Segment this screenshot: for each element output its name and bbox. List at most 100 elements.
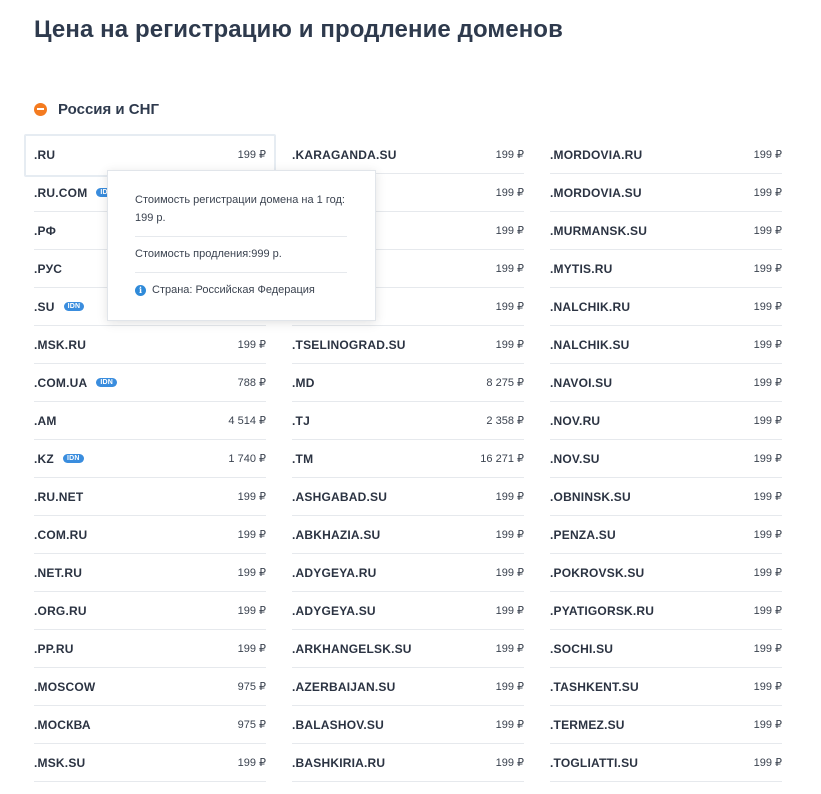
domain-price: 199 ₽ <box>753 491 782 503</box>
domain-row[interactable]: .SOCHI.SU 199 ₽ <box>550 630 782 668</box>
domain-price: 199 ₽ <box>495 187 524 199</box>
domain-price: 199 ₽ <box>237 605 266 617</box>
domain-price: 199 ₽ <box>495 643 524 655</box>
domain-row[interactable]: .MURMANSK.SU 199 ₽ <box>550 212 782 250</box>
domain-row[interactable]: .ARKHANGELSK.SU 199 ₽ <box>292 630 524 668</box>
domain-row[interactable]: .ADYGEYA.SU 199 ₽ <box>292 592 524 630</box>
domain-row[interactable]: .TSELINOGRAD.SU 199 ₽ <box>292 326 524 364</box>
domain-name: .MURMANSK.SU <box>550 223 648 238</box>
domain-row[interactable]: .OBNINSK.SU 199 ₽ <box>550 478 782 516</box>
domain-row[interactable]: .NOV.RU 199 ₽ <box>550 402 782 440</box>
domain-row[interactable]: .MSK.SU 199 ₽ <box>34 744 266 782</box>
domain-name: .NOV.SU <box>550 451 600 466</box>
domain-name: .ARKHANGELSK.SU <box>292 641 412 656</box>
domain-name: .РУС <box>34 261 63 276</box>
domain-name: .MSK.RU <box>34 337 87 352</box>
domain-row[interactable]: .ADYGEYA.RU 199 ₽ <box>292 554 524 592</box>
domain-row[interactable]: .TM 16 271 ₽ <box>292 440 524 478</box>
domain-price: 975 ₽ <box>237 681 266 693</box>
domain-row[interactable]: .MYTIS.RU 199 ₽ <box>550 250 782 288</box>
domain-row[interactable]: .PP.RU 199 ₽ <box>34 630 266 668</box>
domain-row[interactable]: .MSK.RU 199 ₽ <box>34 326 266 364</box>
domain-row[interactable]: .MORDOVIA.SU 199 ₽ <box>550 174 782 212</box>
domain-price: 199 ₽ <box>495 149 524 161</box>
domain-row[interactable]: .RU 199 ₽ <box>24 134 276 177</box>
domain-name: .KZ <box>34 451 54 466</box>
domain-row[interactable]: .RU.NET 199 ₽ <box>34 478 266 516</box>
domain-row[interactable]: .KZ IDN 1 740 ₽ <box>34 440 266 478</box>
domain-price: 788 ₽ <box>237 377 266 389</box>
domain-row[interactable]: .NAVOI.SU 199 ₽ <box>550 364 782 402</box>
domain-row[interactable]: .AM 4 514 ₽ <box>34 402 266 440</box>
domain-price: 199 ₽ <box>753 453 782 465</box>
domain-price: 199 ₽ <box>237 757 266 769</box>
domain-name: .POKROVSK.SU <box>550 565 645 580</box>
info-icon: i <box>135 284 146 296</box>
domain-name: .KARAGANDA.SU <box>292 147 397 162</box>
domain-price: 199 ₽ <box>237 339 266 351</box>
domain-name: .OBNINSK.SU <box>550 489 631 504</box>
domain-row[interactable]: .AZERBAIJAN.SU 199 ₽ <box>292 668 524 706</box>
domain-row[interactable]: .BALASHOV.SU 199 ₽ <box>292 706 524 744</box>
tooltip-registration-label: Стоимость регистрации домена на 1 год: <box>135 194 345 206</box>
domain-row[interactable]: .NALCHIK.SU 199 ₽ <box>550 326 782 364</box>
domain-price: 199 ₽ <box>237 643 266 655</box>
domain-row[interactable]: .COM.UA IDN 788 ₽ <box>34 364 266 402</box>
tooltip-divider <box>135 236 347 237</box>
section-toggle-russia-cis[interactable]: Россия и СНГ <box>34 99 159 119</box>
domain-price: 199 ₽ <box>753 225 782 237</box>
domain-row[interactable]: .TERMEZ.SU 199 ₽ <box>550 706 782 744</box>
domain-row[interactable]: .ABKHAZIA.SU 199 ₽ <box>292 516 524 554</box>
domain-column-3: .MORDOVIA.RU 199 ₽ .MORDOVIA.SU 199 ₽ .MURMA… <box>550 136 782 782</box>
domain-name: .NOV.RU <box>550 413 601 428</box>
domain-row[interactable]: .NOV.SU 199 ₽ <box>550 440 782 478</box>
domain-row[interactable]: .МОСКВА 975 ₽ <box>34 706 266 744</box>
domain-row[interactable]: .NET.RU 199 ₽ <box>34 554 266 592</box>
domain-price: 199 ₽ <box>495 339 524 351</box>
domain-price: 4 514 ₽ <box>228 415 266 427</box>
domain-row[interactable]: .TASHKENT.SU 199 ₽ <box>550 668 782 706</box>
domain-name: .RU.COM <box>34 185 88 200</box>
domain-name: .BALASHOV.SU <box>292 717 384 732</box>
domain-name: .COM.RU <box>34 527 88 542</box>
domain-price: 2 358 ₽ <box>486 415 524 427</box>
tooltip-country-label: Страна: Российская Федерация <box>152 284 315 296</box>
domain-row[interactable]: .MORDOVIA.RU 199 ₽ <box>550 136 782 174</box>
domain-name: .MORDOVIA.RU <box>550 147 643 162</box>
domain-price: 199 ₽ <box>495 719 524 731</box>
domain-name: .ASHGABAD.SU <box>292 489 388 504</box>
domain-name: .TM <box>292 451 314 466</box>
idn-badge: IDN <box>96 378 118 387</box>
domain-name: .RU.NET <box>34 489 84 504</box>
domain-price: 199 ₽ <box>753 567 782 579</box>
domain-row[interactable]: .MD 8 275 ₽ <box>292 364 524 402</box>
domain-row[interactable]: .ASHGABAD.SU 199 ₽ <box>292 478 524 516</box>
domain-price: 8 275 ₽ <box>486 377 524 389</box>
domain-price: 199 ₽ <box>753 301 782 313</box>
domain-row[interactable]: .ORG.RU 199 ₽ <box>34 592 266 630</box>
tooltip-renewal-price: Стоимость продления:999 р. <box>135 248 282 260</box>
domain-price: 16 271 ₽ <box>480 453 524 465</box>
domain-name: .TERMEZ.SU <box>550 717 625 732</box>
idn-badge: IDN <box>62 454 84 463</box>
domain-row[interactable]: .BASHKIRIA.RU 199 ₽ <box>292 744 524 782</box>
domain-row[interactable]: .NALCHIK.RU 199 ₽ <box>550 288 782 326</box>
domain-price: 199 ₽ <box>753 643 782 655</box>
collapse-minus-icon[interactable] <box>34 102 47 116</box>
domain-price: 199 ₽ <box>237 567 266 579</box>
domain-name: .TSELINOGRAD.SU <box>292 337 406 352</box>
domain-row[interactable]: .PYATIGORSK.RU 199 ₽ <box>550 592 782 630</box>
domain-row[interactable]: .TJ 2 358 ₽ <box>292 402 524 440</box>
domain-row[interactable]: .MOSCOW 975 ₽ <box>34 668 266 706</box>
domain-name: .PENZA.SU <box>550 527 616 542</box>
domain-price: 199 ₽ <box>753 149 782 161</box>
domain-row[interactable]: .TOGLIATTI.SU 199 ₽ <box>550 744 782 782</box>
domain-row[interactable]: .POKROVSK.SU 199 ₽ <box>550 554 782 592</box>
page-title: Цена на регистрацию и продление доменов <box>34 16 563 43</box>
domain-row[interactable]: .KARAGANDA.SU 199 ₽ <box>292 136 524 174</box>
domain-name: .NALCHIK.RU <box>550 299 631 314</box>
domain-price: 199 ₽ <box>495 681 524 693</box>
domain-row[interactable]: .COM.RU 199 ₽ <box>34 516 266 554</box>
domain-name: .NAVOI.SU <box>550 375 613 390</box>
domain-row[interactable]: .PENZA.SU 199 ₽ <box>550 516 782 554</box>
